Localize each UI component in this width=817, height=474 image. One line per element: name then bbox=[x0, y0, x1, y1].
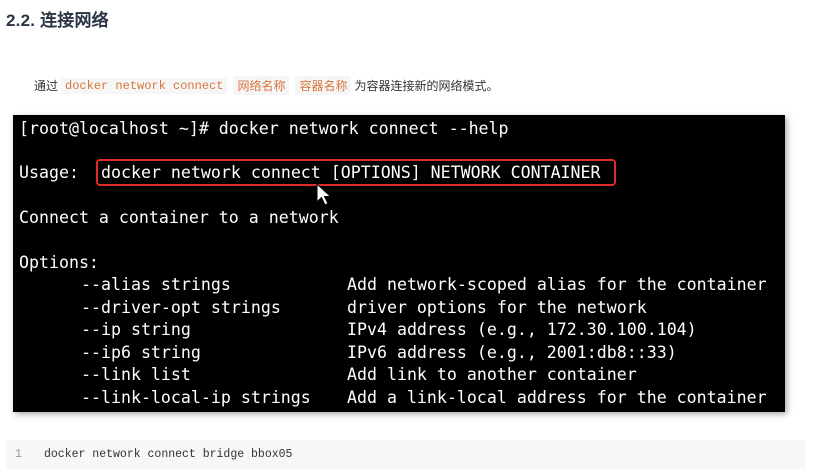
inline-code-command: docker network connect bbox=[61, 77, 228, 94]
option-description: Add a link-local address for the contain… bbox=[347, 388, 767, 407]
code-block[interactable]: 1 docker network connect bridge bbox05 bbox=[6, 440, 806, 469]
options-header: Options: bbox=[19, 253, 99, 272]
option-description: IPv6 address (e.g., 2001:db8::33) bbox=[347, 343, 677, 362]
mouse-pointer-icon bbox=[316, 183, 332, 206]
code-line-number: 1 bbox=[15, 448, 22, 461]
option-flag: --link-local-ip strings bbox=[81, 388, 311, 407]
option-flag: --link list bbox=[81, 365, 191, 384]
option-description: Add link to another container bbox=[347, 365, 637, 384]
option-flag: --ip string bbox=[81, 320, 191, 339]
option-description: driver options for the network bbox=[347, 298, 647, 317]
section-heading: 2.2. 连接网络 bbox=[6, 11, 109, 30]
option-flag: --alias strings bbox=[81, 275, 231, 294]
terminal-prompt-line: [root@localhost ~]# docker network conne… bbox=[19, 119, 509, 138]
intro-prefix: 通过 bbox=[34, 79, 59, 93]
inline-code-network-name: 网络名称 bbox=[233, 76, 290, 95]
command-description: Connect a container to a network bbox=[19, 208, 339, 227]
option-description: Add network-scoped alias for the contain… bbox=[347, 275, 767, 294]
usage-command: docker network connect [OPTIONS] NETWORK… bbox=[101, 163, 601, 182]
option-flag: --driver-opt strings bbox=[81, 298, 281, 317]
option-flag: --ip6 string bbox=[81, 343, 201, 362]
intro-paragraph: 通过 docker network connect 网络名称 容器名称 为容器连… bbox=[34, 76, 499, 95]
code-line-text[interactable]: docker network connect bridge bbox05 bbox=[44, 448, 292, 461]
inline-code-container-name: 容器名称 bbox=[295, 76, 352, 95]
option-description: IPv4 address (e.g., 172.30.100.104) bbox=[347, 320, 697, 339]
usage-label: Usage: bbox=[19, 163, 79, 182]
intro-suffix: 为容器连接新的网络模式。 bbox=[354, 79, 499, 93]
terminal-screenshot: [root@localhost ~]# docker network conne… bbox=[13, 115, 785, 412]
